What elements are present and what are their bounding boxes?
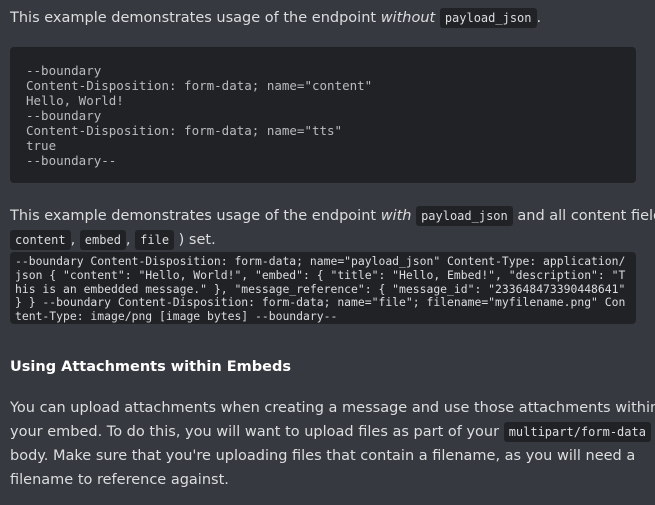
intro-paragraph-with: This example demonstrates usage of the e… bbox=[10, 204, 655, 252]
intro-text: This example demonstrates usage of the e… bbox=[10, 10, 381, 26]
attachments-paragraph: You can upload attachments when creating… bbox=[10, 396, 655, 492]
inline-code-payload-json: payload_json bbox=[416, 206, 513, 226]
inline-code-content: content bbox=[10, 230, 71, 250]
section-heading: Using Attachments within Embeds bbox=[10, 359, 291, 375]
intro-middle: and all content fields ( bbox=[517, 208, 655, 224]
paragraph-line: body. Make sure that you're uploading fi… bbox=[10, 448, 636, 464]
code-line: Hello, World! bbox=[26, 93, 124, 108]
code-block-without-payload-json: --boundary Content-Disposition: form-dat… bbox=[10, 47, 636, 183]
code-line: Content-Disposition: form-data; name="tt… bbox=[26, 123, 343, 138]
code-line: --boundary-- bbox=[26, 153, 117, 168]
inline-code-payload-json: payload_json bbox=[439, 8, 537, 28]
emphasis-with: with bbox=[380, 208, 412, 224]
code-line: --boundary bbox=[26, 63, 102, 78]
inline-code-multipart: multipart/form-data bbox=[503, 422, 651, 442]
paragraph-line: You can upload attachments when creating… bbox=[10, 400, 655, 416]
code-line: --boundary bbox=[26, 108, 102, 123]
separator: , bbox=[125, 232, 131, 248]
intro-paragraph-without: This example demonstrates usage of the e… bbox=[10, 6, 541, 30]
inline-code-embed: embed bbox=[79, 230, 126, 250]
code-line: true bbox=[26, 138, 57, 153]
paragraph-line: your embed. To do this, you will want to… bbox=[10, 424, 504, 440]
inline-code-file: file bbox=[135, 230, 175, 250]
intro-suffix: . bbox=[536, 10, 542, 26]
code-line: Content-Disposition: form-data; name="co… bbox=[26, 78, 373, 93]
intro-suffix: ) set. bbox=[178, 232, 216, 248]
separator: , bbox=[70, 232, 76, 248]
intro-text: This example demonstrates usage of the e… bbox=[10, 208, 381, 224]
emphasis-without: without bbox=[380, 10, 436, 26]
paragraph-line: filename to reference against. bbox=[10, 472, 229, 488]
code-block-with-payload-json: --boundary Content-Disposition: form-dat… bbox=[10, 252, 636, 324]
